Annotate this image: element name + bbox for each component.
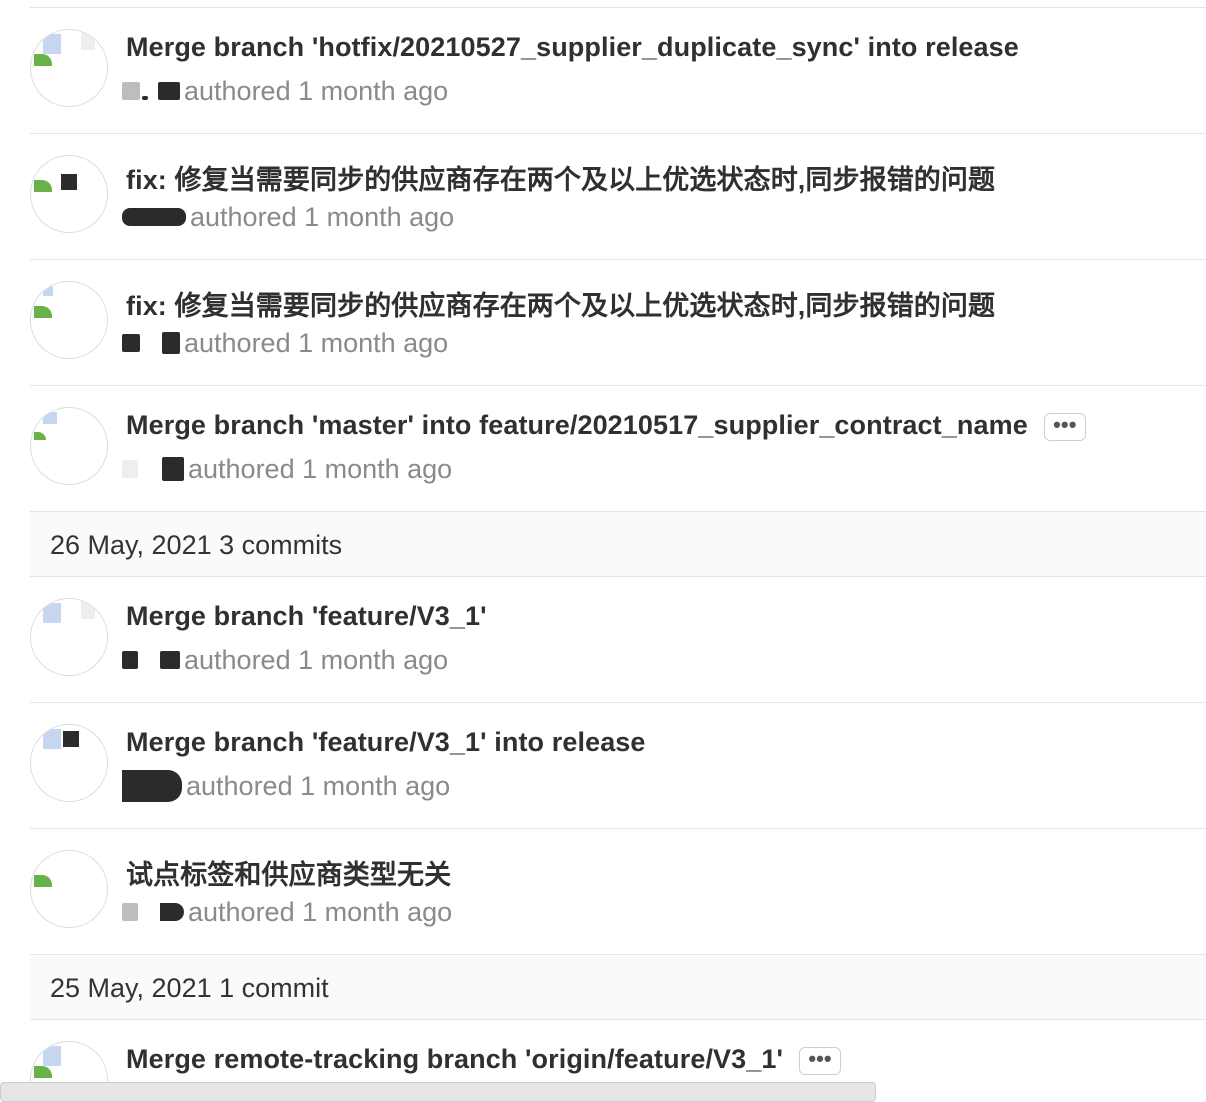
redacted-author: [122, 208, 186, 226]
commit-title-text[interactable]: Merge branch 'master' into feature/20210…: [126, 410, 1028, 440]
commit-history-page: Merge branch 'hotfix/20210527_supplier_d…: [0, 0, 1206, 1102]
redacted-author: [160, 651, 180, 669]
commit-meta: authored 1 month ago: [122, 202, 454, 232]
avatar[interactable]: [30, 281, 108, 359]
day-header: 25 May, 2021 1 commit: [30, 955, 1206, 1020]
redacted-author: [122, 903, 138, 921]
commit-row[interactable]: fix: 修复当需要同步的供应商存在两个及以上优选状态时,同步报错的问题 aut…: [30, 260, 1206, 386]
commit-row[interactable]: fix: 修复当需要同步的供应商存在两个及以上优选状态时,同步报错的问题 aut…: [30, 134, 1206, 260]
commit-list: Merge branch 'hotfix/20210527_supplier_d…: [30, 8, 1206, 1102]
ellipsis-icon[interactable]: •••: [799, 1046, 842, 1075]
commit-row[interactable]: Merge branch 'hotfix/20210527_supplier_d…: [30, 8, 1206, 134]
commit-meta: authored 1 month ago: [122, 454, 452, 484]
avatar[interactable]: [30, 850, 108, 928]
day-header-label: 26 May, 2021 3 commits: [50, 530, 343, 560]
commit-title[interactable]: 试点标签和供应商类型无关: [126, 853, 451, 892]
commit-row[interactable]: Merge branch 'feature/V3_1' authored 1 m…: [30, 577, 1206, 703]
day-header: 26 May, 2021 3 commits: [30, 512, 1206, 577]
commit-title[interactable]: fix: 修复当需要同步的供应商存在两个及以上优选状态时,同步报错的问题: [126, 284, 995, 323]
day-header-label: 25 May, 2021 1 commit: [50, 973, 329, 1003]
horizontal-scrollbar[interactable]: [0, 1082, 876, 1102]
commit-meta: authored 1 month ago: [122, 645, 448, 675]
redacted-author: [122, 770, 182, 802]
commit-title[interactable]: Merge remote-tracking branch 'origin/fea…: [126, 1044, 842, 1075]
redacted-author: [142, 96, 148, 100]
avatar[interactable]: [30, 598, 108, 676]
commit-meta: authored 1 month ago: [122, 897, 452, 927]
commit-title[interactable]: Merge branch 'feature/V3_1': [126, 601, 487, 632]
redacted-author: [162, 332, 180, 354]
commit-meta: authored 1 month ago: [122, 328, 448, 358]
commit-title[interactable]: Merge branch 'hotfix/20210527_supplier_d…: [126, 32, 1019, 63]
avatar[interactable]: [30, 724, 108, 802]
redacted-author: [162, 457, 184, 481]
commit-authored-time: authored 1 month ago: [188, 453, 453, 484]
commit-meta: authored 1 month ago: [122, 770, 451, 802]
commit-row[interactable]: Merge branch 'feature/V3_1' into release…: [30, 703, 1206, 829]
redacted-author: [122, 334, 140, 352]
commit-meta: authored 1 month ago: [122, 76, 448, 106]
commit-authored-time: authored 1 month ago: [190, 201, 455, 232]
commit-authored-time: authored 1 month ago: [184, 75, 449, 106]
ellipsis-icon[interactable]: •••: [1043, 412, 1086, 441]
commit-authored-time: authored 1 month ago: [188, 896, 453, 927]
commit-title[interactable]: Merge branch 'feature/V3_1' into release: [126, 727, 646, 758]
redacted-author: [158, 82, 180, 100]
avatar[interactable]: [30, 407, 108, 485]
redacted-author: [122, 651, 138, 669]
commit-authored-time: authored 1 month ago: [186, 770, 451, 801]
commit-row[interactable]: Merge branch 'master' into feature/20210…: [30, 386, 1206, 512]
avatar[interactable]: [30, 155, 108, 233]
commit-title[interactable]: fix: 修复当需要同步的供应商存在两个及以上优选状态时,同步报错的问题: [126, 158, 995, 197]
commit-row[interactable]: 试点标签和供应商类型无关 authored 1 month ago: [30, 829, 1206, 955]
redacted-author: [122, 82, 140, 100]
commit-authored-time: authored 1 month ago: [184, 644, 449, 675]
commit-title[interactable]: Merge branch 'master' into feature/20210…: [126, 410, 1086, 441]
commit-authored-time: authored 1 month ago: [184, 327, 449, 358]
redacted-author: [160, 903, 184, 921]
commit-title-text[interactable]: Merge remote-tracking branch 'origin/fea…: [126, 1044, 783, 1074]
redacted-author: [122, 460, 138, 478]
avatar[interactable]: [30, 29, 108, 107]
